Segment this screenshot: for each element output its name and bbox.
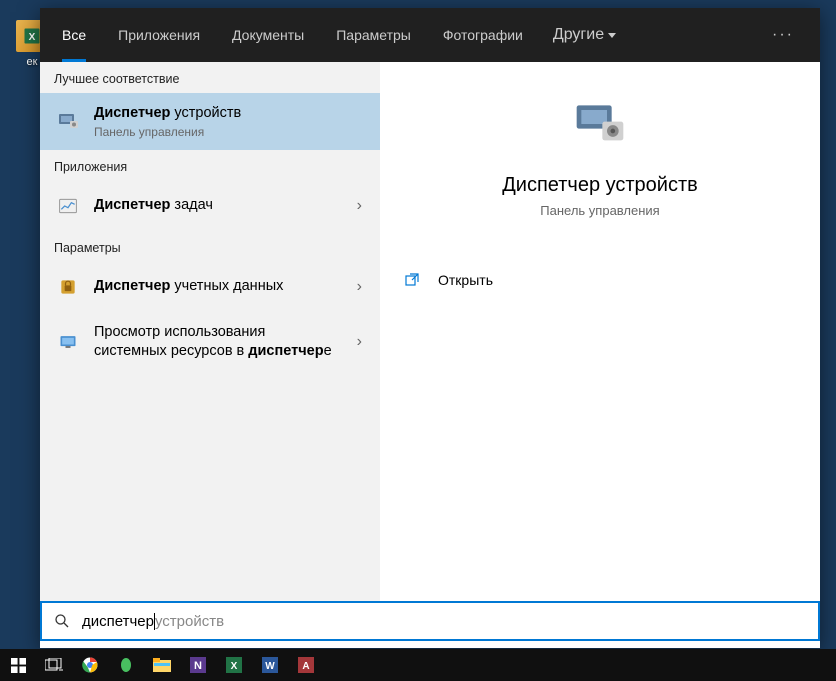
tab-more[interactable]: Другие bbox=[539, 26, 630, 44]
device-manager-icon bbox=[54, 107, 82, 135]
tab-settings[interactable]: Параметры bbox=[320, 8, 427, 62]
search-typed-text: диспетчер bbox=[82, 613, 154, 630]
preview-title: Диспетчер устройств bbox=[380, 174, 820, 197]
task-view-button[interactable] bbox=[36, 649, 72, 681]
section-best-match: Лучшее соответствие bbox=[40, 62, 380, 93]
section-settings: Параметры bbox=[40, 231, 380, 262]
search-preview-panel: Диспетчер устройств Панель управления От… bbox=[380, 62, 820, 608]
taskbar-word[interactable]: W bbox=[252, 649, 288, 681]
task-manager-icon bbox=[54, 192, 82, 220]
preview-actions: Открыть bbox=[380, 258, 820, 302]
search-tab-bar: Все Приложения Документы Параметры Фотог… bbox=[40, 8, 820, 62]
taskbar-file-explorer[interactable] bbox=[144, 649, 180, 681]
search-results-panel: Все Приложения Документы Параметры Фотог… bbox=[40, 8, 820, 648]
result-text: Диспетчер устройств Панель управления bbox=[94, 104, 366, 139]
expand-chevron-icon: › bbox=[353, 333, 366, 351]
result-text: Диспетчер задач bbox=[94, 196, 353, 216]
tab-all[interactable]: Все bbox=[46, 8, 102, 62]
tab-apps[interactable]: Приложения bbox=[102, 8, 216, 62]
result-credential-manager[interactable]: Диспетчер учетных данных › bbox=[40, 262, 380, 312]
result-subtitle: Панель управления bbox=[94, 125, 366, 139]
taskbar-excel[interactable]: X bbox=[216, 649, 252, 681]
search-suggestion-text: устройств bbox=[155, 613, 224, 630]
preview-device-manager-icon bbox=[568, 92, 632, 156]
search-content-area: Лучшее соответствие Диспетчер устройств … bbox=[40, 62, 820, 608]
svg-text:A: A bbox=[302, 661, 309, 672]
taskbar: N X W A bbox=[0, 649, 836, 681]
credential-manager-icon bbox=[54, 273, 82, 301]
expand-chevron-icon: › bbox=[353, 278, 366, 296]
result-title: Просмотр использованиясистемных ресурсов… bbox=[94, 323, 353, 362]
result-text: Просмотр использованиясистемных ресурсов… bbox=[94, 323, 353, 362]
taskbar-access[interactable]: A bbox=[288, 649, 324, 681]
result-title: Диспетчер задач bbox=[94, 196, 353, 216]
taskbar-chrome[interactable] bbox=[72, 649, 108, 681]
resource-monitor-icon bbox=[54, 328, 82, 356]
search-input[interactable]: диспетчер устройств bbox=[40, 601, 820, 641]
taskbar-app-1[interactable] bbox=[108, 649, 144, 681]
result-resource-usage[interactable]: Просмотр использованиясистемных ресурсов… bbox=[40, 312, 380, 373]
svg-text:N: N bbox=[194, 660, 202, 672]
search-icon bbox=[54, 613, 70, 629]
action-open-label: Открыть bbox=[438, 272, 493, 288]
section-apps: Приложения bbox=[40, 150, 380, 181]
tab-more-label: Другие bbox=[553, 26, 604, 44]
tab-documents[interactable]: Документы bbox=[216, 8, 320, 62]
action-open[interactable]: Открыть bbox=[380, 258, 820, 302]
result-device-manager[interactable]: Диспетчер устройств Панель управления bbox=[40, 93, 380, 150]
start-button[interactable] bbox=[0, 649, 36, 681]
search-results-list: Лучшее соответствие Диспетчер устройств … bbox=[40, 62, 380, 608]
result-text: Диспетчер учетных данных bbox=[94, 277, 353, 297]
taskbar-microsoft-n[interactable]: N bbox=[180, 649, 216, 681]
result-title: Диспетчер учетных данных bbox=[94, 277, 353, 297]
tab-photos[interactable]: Фотографии bbox=[427, 8, 539, 62]
chevron-down-icon bbox=[608, 33, 616, 38]
result-title: Диспетчер устройств bbox=[94, 104, 366, 124]
expand-chevron-icon: › bbox=[353, 197, 366, 215]
result-task-manager[interactable]: Диспетчер задач › bbox=[40, 181, 380, 231]
svg-text:X: X bbox=[231, 661, 238, 672]
svg-text:X: X bbox=[29, 32, 36, 43]
svg-text:W: W bbox=[265, 661, 275, 672]
preview-subtitle: Панель управления bbox=[380, 203, 820, 218]
tab-options-button[interactable]: ··· bbox=[752, 26, 814, 44]
open-icon bbox=[404, 272, 420, 288]
